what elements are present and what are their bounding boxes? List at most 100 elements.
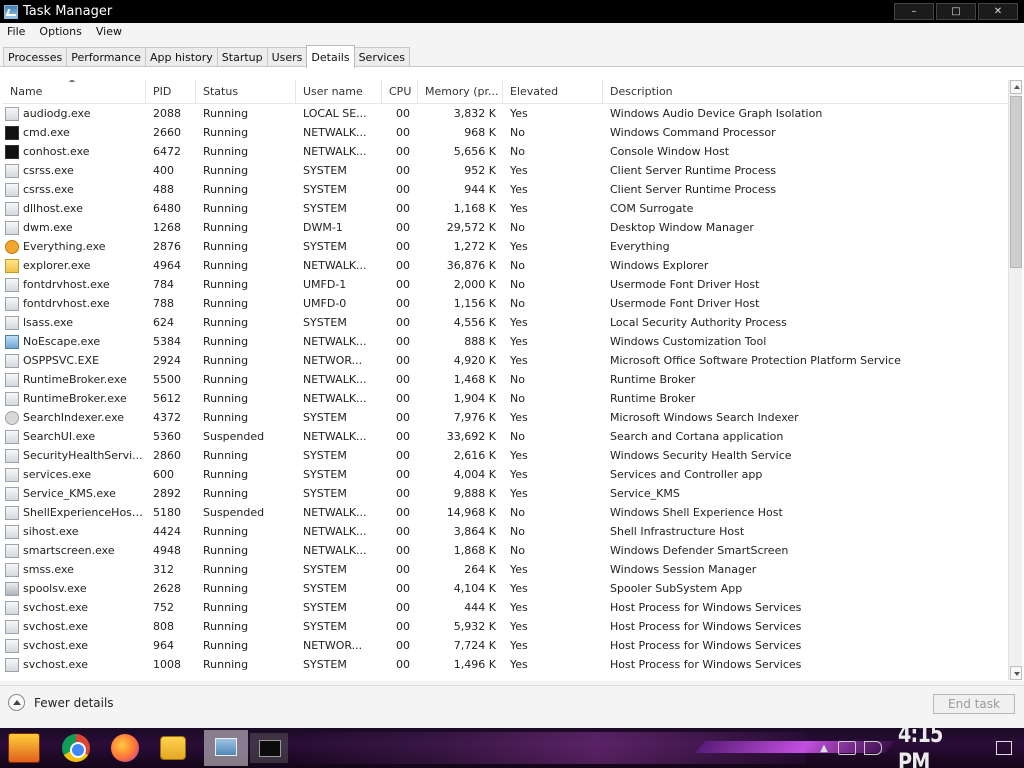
vertical-scrollbar[interactable] <box>1008 80 1022 680</box>
column-header-elevated[interactable]: Elevated <box>503 80 603 104</box>
scroll-up-icon[interactable] <box>1010 80 1022 94</box>
fewer-details-button[interactable]: Fewer details <box>8 694 114 711</box>
maximize-button[interactable]: □ <box>936 3 976 20</box>
table-row[interactable]: audiodg.exe 2088 Running LOCAL SE... 00 3,832… <box>3 104 1009 123</box>
table-row[interactable]: fontdrvhost.exe 788 Running UMFD-0 00 1,156 K… <box>3 294 1009 313</box>
process-name: RuntimeBroker.exe <box>23 373 127 386</box>
status-cell: Running <box>203 259 249 272</box>
pid-cell: 2924 <box>153 354 181 367</box>
end-task-button[interactable]: End task <box>933 694 1015 714</box>
chrome-icon[interactable] <box>62 734 90 762</box>
file-explorer-icon[interactable] <box>160 736 186 760</box>
pid-cell: 4964 <box>153 259 181 272</box>
table-row[interactable]: csrss.exe 400 Running SYSTEM 00 952 K Yes Clien… <box>3 161 1009 180</box>
column-header-description[interactable]: Description <box>603 80 1009 104</box>
column-header-user-name[interactable]: User name <box>296 80 382 104</box>
cpu-cell: 00 <box>396 202 410 215</box>
tab-details[interactable]: Details <box>306 45 355 68</box>
table-row[interactable]: lsass.exe 624 Running SYSTEM 00 4,556 K Yes Loc… <box>3 313 1009 332</box>
table-row[interactable]: explorer.exe 4964 Running NETWALK... 00 36,87… <box>3 256 1009 275</box>
title-bar[interactable]: Task Manager – □ ✕ <box>0 0 1024 23</box>
table-row[interactable]: OSPPSVC.EXE 2924 Running NETWOR... 00 4,920 K… <box>3 351 1009 370</box>
menu-view[interactable]: View <box>89 23 129 41</box>
table-row[interactable]: Everything.exe 2876 Running SYSTEM 00 1,272 K… <box>3 237 1009 256</box>
user-name-cell: NETWALK... <box>303 335 367 348</box>
table-row[interactable]: ShellExperienceHost... 5180 Suspended NETWA… <box>3 503 1009 522</box>
process-name: svchost.exe <box>23 620 89 633</box>
cpu-cell: 00 <box>396 563 410 576</box>
table-row[interactable]: svchost.exe 808 Running SYSTEM 00 5,932 K Yes H… <box>3 617 1009 636</box>
cpu-cell: 00 <box>396 620 410 633</box>
pid-cell: 2628 <box>153 582 181 595</box>
taskbar-clock[interactable]: 4:15 PM <box>898 728 962 768</box>
table-row[interactable]: dwm.exe 1268 Running DWM-1 00 29,572 K No Deskt… <box>3 218 1009 237</box>
description-cell: Microsoft Windows Search Indexer <box>610 411 799 424</box>
user-name-cell: NETWALK... <box>303 544 367 557</box>
column-header-cpu[interactable]: CPU <box>382 80 418 104</box>
status-cell: Suspended <box>203 506 265 519</box>
command-prompt-icon[interactable] <box>250 733 288 763</box>
description-cell: COM Surrogate <box>610 202 694 215</box>
table-row[interactable]: svchost.exe 1008 Running SYSTEM 00 1,496 K Yes… <box>3 655 1009 674</box>
tab-processes[interactable]: Processes <box>3 47 68 67</box>
column-header-pid[interactable]: PID <box>146 80 196 104</box>
column-header-row: Name PID Status User name CPU Memory (pr… <box>3 80 1009 104</box>
tab-app-history[interactable]: App history <box>144 47 218 67</box>
volume-icon[interactable] <box>864 741 882 755</box>
table-row[interactable]: RuntimeBroker.exe 5612 Running NETWALK... 00… <box>3 389 1009 408</box>
close-button[interactable]: ✕ <box>978 3 1018 20</box>
menu-bar: File Options View <box>0 23 1024 41</box>
table-row[interactable]: fontdrvhost.exe 784 Running UMFD-1 00 2,000 K… <box>3 275 1009 294</box>
tab-startup[interactable]: Startup <box>216 47 268 67</box>
process-name-cell: svchost.exe <box>3 598 146 617</box>
description-cell: Service_KMS <box>610 487 680 500</box>
table-row[interactable]: Service_KMS.exe 2892 Running SYSTEM 00 9,888 … <box>3 484 1009 503</box>
table-row[interactable]: smartscreen.exe 4948 Running NETWALK... 00 1,… <box>3 541 1009 560</box>
memory-cell: 14,968 K <box>446 506 496 519</box>
network-icon[interactable] <box>838 741 856 755</box>
minimize-button[interactable]: – <box>894 3 934 20</box>
tab-services[interactable]: Services <box>353 47 410 67</box>
pid-cell: 2876 <box>153 240 181 253</box>
table-row[interactable]: svchost.exe 964 Running NETWOR... 00 7,724 K Y… <box>3 636 1009 655</box>
user-name-cell: SYSTEM <box>303 658 347 671</box>
menu-file[interactable]: File <box>0 23 32 41</box>
column-header-name[interactable]: Name <box>3 80 146 104</box>
status-cell: Running <box>203 582 249 595</box>
memory-cell: 944 K <box>464 183 496 196</box>
tab-users[interactable]: Users <box>266 47 308 67</box>
tab-performance[interactable]: Performance <box>66 47 146 67</box>
description-cell: Host Process for Windows Services <box>610 620 802 633</box>
table-row[interactable]: cmd.exe 2660 Running NETWALK... 00 968 K No Win… <box>3 123 1009 142</box>
table-row[interactable]: services.exe 600 Running SYSTEM 00 4,004 K Yes… <box>3 465 1009 484</box>
start-button[interactable] <box>8 733 40 763</box>
user-name-cell: NETWALK... <box>303 525 367 538</box>
pid-cell: 808 <box>153 620 174 633</box>
table-row[interactable]: SearchUI.exe 5360 Suspended NETWALK... 00 33,… <box>3 427 1009 446</box>
table-row[interactable]: smss.exe 312 Running SYSTEM 00 264 K Yes Window… <box>3 560 1009 579</box>
column-header-memory[interactable]: Memory (pr... <box>418 80 503 104</box>
table-row[interactable]: sihost.exe 4424 Running NETWALK... 00 3,864 K… <box>3 522 1009 541</box>
user-name-cell: SYSTEM <box>303 240 347 253</box>
table-row[interactable]: conhost.exe 6472 Running NETWALK... 00 5,656 … <box>3 142 1009 161</box>
table-row[interactable]: spoolsv.exe 2628 Running SYSTEM 00 4,104 K Yes… <box>3 579 1009 598</box>
table-row[interactable]: NoEscape.exe 5384 Running NETWALK... 00 888 K… <box>3 332 1009 351</box>
pid-cell: 5384 <box>153 335 181 348</box>
table-row[interactable]: SecurityHealthServi... 2860 Running SYSTEM 0… <box>3 446 1009 465</box>
table-row[interactable]: SearchIndexer.exe 4372 Running SYSTEM 00 7,97… <box>3 408 1009 427</box>
firefox-icon[interactable] <box>111 734 139 762</box>
show-hidden-icons-icon[interactable]: ▲ <box>816 743 832 754</box>
column-header-status[interactable]: Status <box>196 80 296 104</box>
table-row[interactable]: RuntimeBroker.exe 5500 Running NETWALK... 00… <box>3 370 1009 389</box>
notification-icon[interactable] <box>996 741 1012 755</box>
table-row[interactable]: svchost.exe 752 Running SYSTEM 00 444 K Yes Hos… <box>3 598 1009 617</box>
process-icon <box>5 391 19 406</box>
task-manager-taskbar-icon[interactable] <box>204 730 248 766</box>
description-cell: Windows Customization Tool <box>610 335 767 348</box>
menu-options[interactable]: Options <box>32 23 88 41</box>
table-row[interactable]: dllhost.exe 6480 Running SYSTEM 00 1,168 K Yes… <box>3 199 1009 218</box>
table-row[interactable]: csrss.exe 488 Running SYSTEM 00 944 K Yes Clien… <box>3 180 1009 199</box>
scroll-down-icon[interactable] <box>1010 666 1022 680</box>
process-name-cell: RuntimeBroker.exe <box>3 370 146 389</box>
scrollbar-thumb[interactable] <box>1010 96 1022 268</box>
